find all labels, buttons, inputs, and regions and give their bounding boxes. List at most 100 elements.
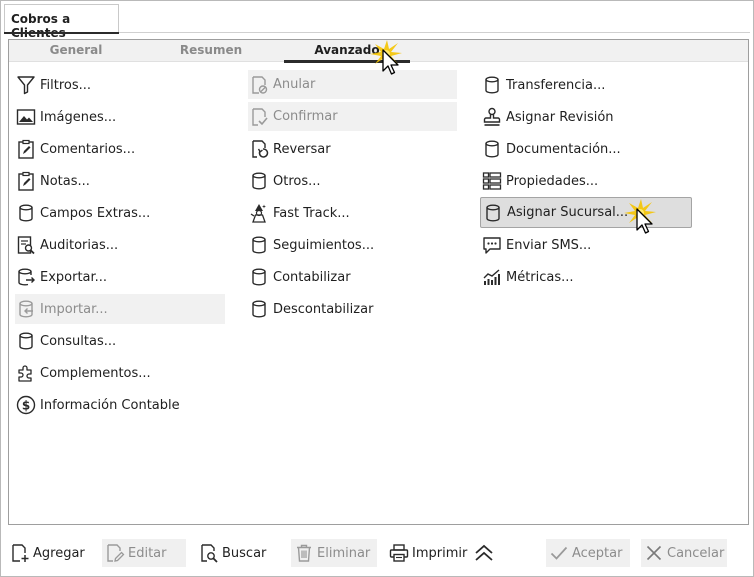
main-panel: General Resumen Avanzado Filtros... Imág…: [8, 39, 749, 525]
trash-icon: [293, 542, 315, 564]
menu-exportar-label: Exportar...: [40, 269, 108, 285]
menu-auditorias[interactable]: Auditorias...: [15, 231, 225, 259]
buscar-label: Buscar: [222, 545, 267, 561]
menu-descontabilizar[interactable]: Descontabilizar: [248, 295, 457, 323]
menu-campos-extras[interactable]: Campos Extras...: [15, 199, 225, 227]
tab-avanzado[interactable]: Avanzado: [284, 40, 410, 63]
menu-asignar-sucursal[interactable]: Asignar Sucursal...: [480, 197, 692, 228]
menu-imagenes[interactable]: Imágenes...: [15, 103, 225, 131]
properties-grid-icon: [481, 170, 503, 192]
imprimir-button[interactable]: Imprimir: [388, 539, 470, 567]
wizard-icon: [248, 202, 270, 224]
dollar-circle-icon: $: [15, 394, 37, 416]
menu-comentarios-label: Comentarios...: [40, 141, 136, 157]
database-icon: [248, 266, 270, 288]
menu-filtros[interactable]: Filtros...: [15, 71, 225, 99]
menu-documentacion[interactable]: Documentación...: [481, 135, 691, 163]
menu-documentacion-label: Documentación...: [506, 141, 621, 157]
menu-seguimientos[interactable]: Seguimientos...: [248, 231, 457, 259]
eliminar-button[interactable]: Eliminar: [291, 539, 377, 567]
menu-descontabilizar-label: Descontabilizar: [273, 301, 374, 317]
menu-anular[interactable]: Anular: [248, 70, 457, 99]
add-document-icon: [9, 542, 31, 564]
collapse-button[interactable]: [473, 539, 499, 567]
agregar-button[interactable]: Agregar: [9, 539, 85, 567]
aceptar-label: Aceptar: [572, 545, 623, 561]
cobros-window: Cobros a Clientes General Resumen Avanza…: [0, 0, 754, 577]
window-title-tab[interactable]: Cobros a Clientes: [4, 4, 119, 40]
menu-complementos[interactable]: Complementos...: [15, 359, 225, 387]
menu-otros[interactable]: Otros...: [248, 167, 457, 195]
menu-consultas-label: Consultas...: [40, 333, 117, 349]
stamp-icon: [481, 106, 503, 128]
menu-transferencia[interactable]: Transferencia...: [481, 71, 691, 99]
buscar-button[interactable]: Buscar: [198, 539, 270, 567]
check-icon: [548, 542, 570, 564]
menu-asignar-revision-label: Asignar Revisión: [506, 109, 614, 125]
menu-propiedades-label: Propiedades...: [506, 173, 599, 189]
database-icon: [248, 234, 270, 256]
menu-contabilizar[interactable]: Contabilizar: [248, 263, 457, 291]
cancelar-button[interactable]: Cancelar: [641, 539, 727, 567]
eliminar-label: Eliminar: [317, 545, 371, 561]
tab-resumen[interactable]: Resumen: [179, 40, 243, 62]
menu-complementos-label: Complementos...: [40, 365, 151, 381]
menu-importar[interactable]: Importar...: [15, 294, 225, 324]
menu-asignar-sucursal-label: Asignar Sucursal...: [507, 205, 629, 220]
menu-campos-extras-label: Campos Extras...: [40, 205, 151, 221]
menu-informacion-contable-label: Información Contable: [40, 397, 180, 413]
clipboard-edit-icon: [15, 138, 37, 160]
menu-seguimientos-label: Seguimientos...: [273, 237, 375, 253]
aceptar-button[interactable]: Aceptar: [546, 539, 630, 567]
menu-notas[interactable]: Notas...: [15, 167, 225, 195]
menu-reversar[interactable]: Reversar: [248, 135, 457, 163]
database-icon: [481, 74, 503, 96]
menu-imagenes-label: Imágenes...: [40, 109, 117, 125]
database-icon: [481, 138, 503, 160]
menu-enviar-sms[interactable]: Enviar SMS...: [481, 231, 691, 259]
metrics-chart-icon: [481, 266, 503, 288]
clipboard-edit-icon: [15, 170, 37, 192]
menu-informacion-contable[interactable]: $ Información Contable: [15, 391, 225, 419]
menu-fast-track[interactable]: Fast Track...: [248, 199, 457, 227]
editar-button[interactable]: Editar: [102, 539, 186, 567]
double-chevron-up-icon: [473, 542, 495, 564]
menu-confirmar[interactable]: Confirmar: [248, 102, 457, 131]
document-check-icon: [248, 106, 270, 128]
menu-contabilizar-label: Contabilizar: [273, 269, 351, 285]
document-cancel-icon: [248, 74, 270, 96]
database-icon: [15, 202, 37, 224]
search-document-icon: [198, 542, 220, 564]
menu-metricas-label: Métricas...: [506, 269, 574, 285]
cancelar-label: Cancelar: [667, 545, 725, 561]
editar-label: Editar: [128, 545, 167, 561]
menu-asignar-revision[interactable]: Asignar Revisión: [481, 103, 691, 131]
imprimir-label: Imprimir: [412, 545, 468, 561]
menu-metricas[interactable]: Métricas...: [481, 263, 691, 291]
menu-notas-label: Notas...: [40, 173, 90, 189]
printer-icon: [388, 542, 410, 564]
tab-bar: General Resumen Avanzado: [9, 40, 748, 63]
menu-fast-track-label: Fast Track...: [273, 205, 350, 221]
menu-exportar[interactable]: Exportar...: [15, 263, 225, 291]
svg-text:$: $: [22, 399, 30, 413]
database-icon: [15, 330, 37, 352]
tab-general[interactable]: General: [49, 40, 103, 62]
menu-consultas[interactable]: Consultas...: [15, 327, 225, 355]
menu-enviar-sms-label: Enviar SMS...: [506, 237, 592, 253]
close-icon: [643, 542, 665, 564]
image-icon: [15, 106, 37, 128]
database-icon: [482, 202, 504, 224]
agregar-label: Agregar: [33, 545, 85, 561]
menu-comentarios[interactable]: Comentarios...: [15, 135, 225, 163]
title-divider: [119, 32, 750, 33]
database-export-icon: [15, 266, 37, 288]
menu-anular-label: Anular: [273, 77, 316, 92]
menu-propiedades[interactable]: Propiedades...: [481, 167, 691, 195]
database-import-icon: [15, 298, 37, 320]
audit-search-icon: [15, 234, 37, 256]
database-icon: [248, 298, 270, 320]
menu-filtros-label: Filtros...: [40, 77, 92, 93]
sms-chat-icon: [481, 234, 503, 256]
menu-otros-label: Otros...: [273, 173, 321, 189]
